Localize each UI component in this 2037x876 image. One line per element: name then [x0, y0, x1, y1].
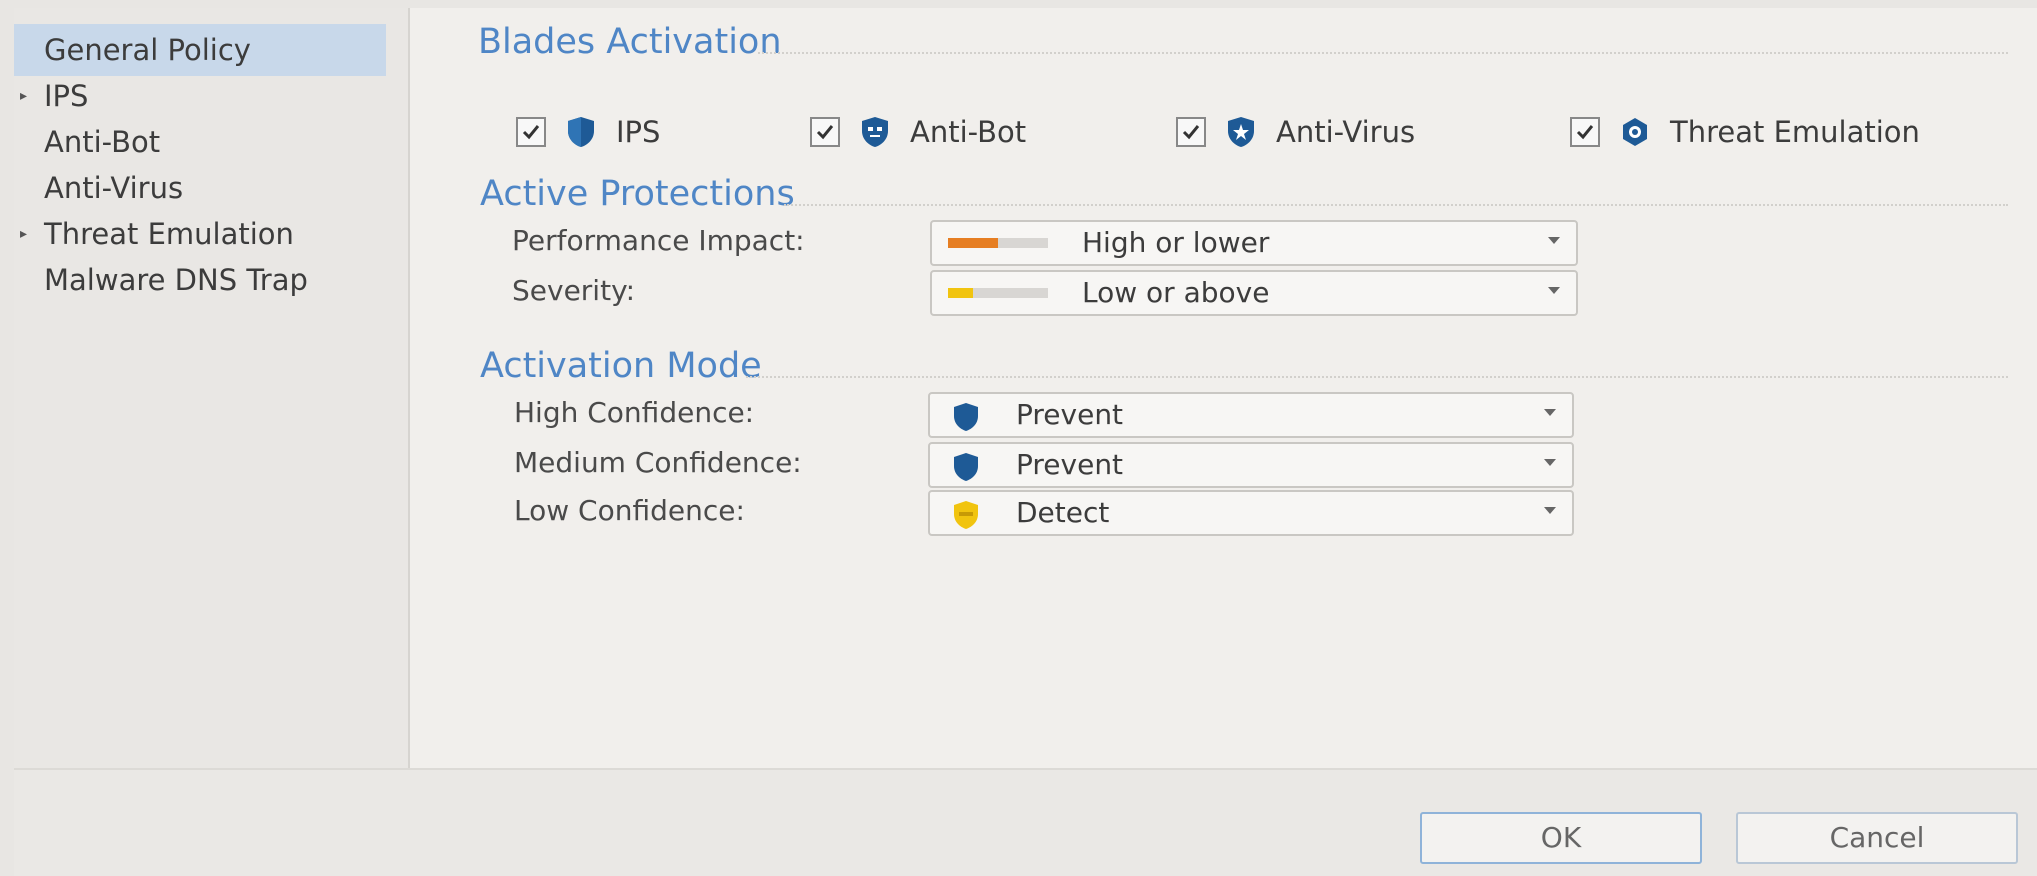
- dialog-footer: OK Cancel: [14, 768, 2037, 876]
- low-confidence-value: Detect: [1016, 496, 1110, 529]
- anti-virus-checkbox[interactable]: [1176, 117, 1206, 147]
- blade-anti-bot: Anti-Bot: [810, 112, 1026, 152]
- high-confidence-dropdown[interactable]: Prevent: [928, 392, 1574, 438]
- ok-button[interactable]: OK: [1420, 812, 1702, 864]
- anti-bot-checkbox[interactable]: [810, 117, 840, 147]
- main-panel: Blades Activation IPS Anti-Bot Anti-Viru…: [410, 8, 2037, 768]
- checkmark-icon: [816, 125, 834, 140]
- sidebar: General Policy ▸ IPS Anti-Bot Anti-Virus…: [14, 8, 410, 768]
- chevron-down-icon: [1544, 507, 1556, 514]
- severity-dropdown[interactable]: Low or above: [930, 270, 1578, 316]
- ips-checkbox[interactable]: [516, 117, 546, 147]
- sidebar-item-general-policy[interactable]: General Policy: [14, 24, 386, 76]
- checkmark-icon: [522, 125, 540, 140]
- impact-level-bar: [948, 238, 1048, 248]
- chevron-down-icon: [1548, 237, 1560, 244]
- blade-threat-emulation: Threat Emulation: [1570, 112, 1920, 152]
- sidebar-item-label: Threat Emulation: [44, 217, 294, 251]
- performance-impact-dropdown[interactable]: High or lower: [930, 220, 1578, 266]
- blade-label: Anti-Virus: [1276, 115, 1416, 149]
- high-confidence-label: High Confidence:: [514, 396, 755, 429]
- chevron-down-icon: [1544, 459, 1556, 466]
- sidebar-item-label: Anti-Virus: [44, 171, 184, 205]
- sidebar-item-label: Anti-Bot: [44, 125, 161, 159]
- performance-impact-value: High or lower: [1082, 226, 1270, 259]
- medium-confidence-value: Prevent: [1016, 448, 1124, 481]
- blade-anti-virus: Anti-Virus: [1176, 112, 1415, 152]
- low-confidence-label: Low Confidence:: [514, 494, 745, 527]
- sidebar-item-threat-emulation[interactable]: ▸ Threat Emulation: [14, 208, 386, 260]
- medium-confidence-dropdown[interactable]: Prevent: [928, 442, 1574, 488]
- severity-level-bar: [948, 288, 1048, 298]
- blade-label: IPS: [616, 115, 661, 149]
- section-divider: [758, 52, 2008, 54]
- sidebar-item-malware-dns-trap[interactable]: Malware DNS Trap: [14, 254, 386, 306]
- blade-label: Threat Emulation: [1670, 115, 1920, 149]
- checkmark-icon: [1182, 125, 1200, 140]
- shield-icon: [564, 115, 598, 149]
- virus-icon: [1224, 115, 1258, 149]
- active-protections-title: Active Protections: [480, 174, 795, 214]
- cancel-button[interactable]: Cancel: [1736, 812, 2018, 864]
- chevron-down-icon: [1548, 287, 1560, 294]
- severity-label: Severity:: [512, 274, 636, 307]
- activation-mode-title: Activation Mode: [480, 346, 762, 386]
- shield-icon: [950, 401, 982, 433]
- emulation-icon: [1618, 115, 1652, 149]
- sidebar-item-label: General Policy: [44, 33, 251, 67]
- performance-impact-label: Performance Impact:: [512, 224, 805, 257]
- medium-confidence-label: Medium Confidence:: [514, 446, 802, 479]
- bot-icon: [858, 115, 892, 149]
- checkmark-icon: [1576, 125, 1594, 140]
- sidebar-item-label: Malware DNS Trap: [44, 263, 308, 297]
- blade-label: Anti-Bot: [910, 115, 1027, 149]
- severity-value: Low or above: [1082, 276, 1270, 309]
- sidebar-item-ips[interactable]: ▸ IPS: [14, 70, 386, 122]
- sidebar-item-anti-virus[interactable]: Anti-Virus: [14, 162, 386, 214]
- shield-icon: [950, 451, 982, 483]
- chevron-down-icon: [1544, 409, 1556, 416]
- sidebar-item-label: IPS: [44, 79, 89, 113]
- high-confidence-value: Prevent: [1016, 398, 1124, 431]
- detect-shield-icon: [950, 499, 982, 531]
- blade-ips: IPS: [516, 112, 660, 152]
- blades-activation-title: Blades Activation: [478, 22, 782, 62]
- section-divider: [746, 376, 2008, 378]
- expand-arrow-icon[interactable]: ▸: [20, 70, 27, 122]
- threat-emulation-checkbox[interactable]: [1570, 117, 1600, 147]
- low-confidence-dropdown[interactable]: Detect: [928, 490, 1574, 536]
- expand-arrow-icon[interactable]: ▸: [20, 208, 27, 260]
- sidebar-item-anti-bot[interactable]: Anti-Bot: [14, 116, 386, 168]
- policy-dialog: General Policy ▸ IPS Anti-Bot Anti-Virus…: [14, 8, 2037, 876]
- section-divider: [784, 204, 2008, 206]
